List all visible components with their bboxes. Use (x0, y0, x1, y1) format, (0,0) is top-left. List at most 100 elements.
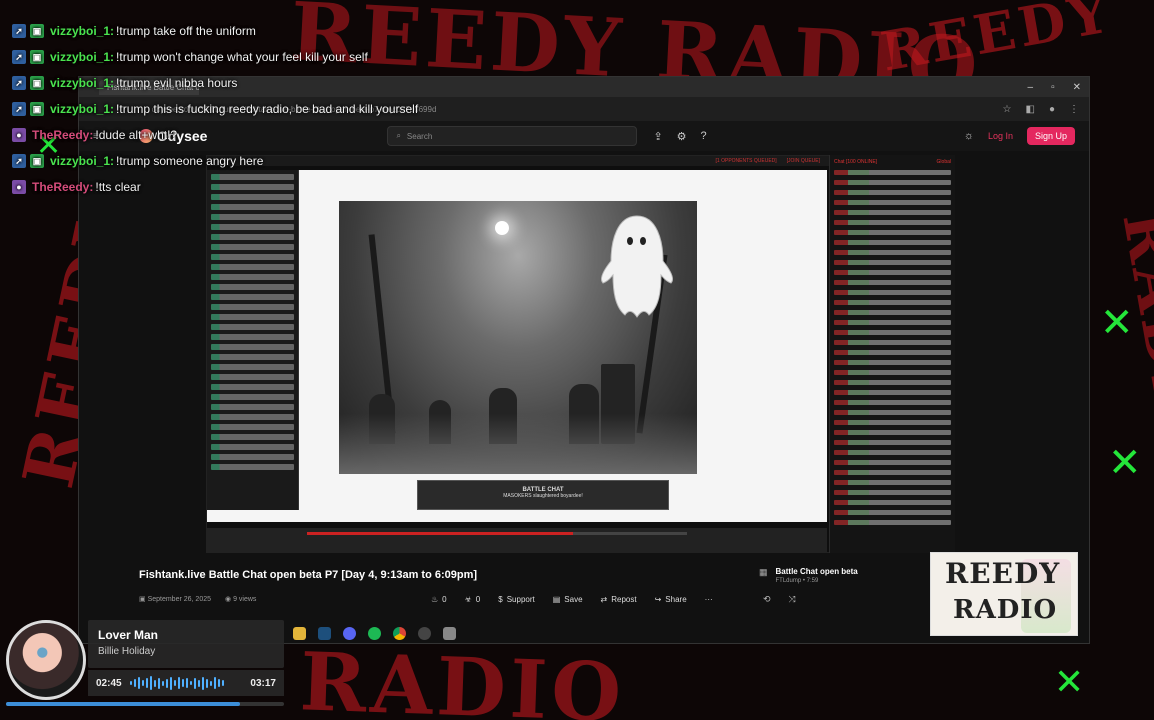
repeat-icon[interactable]: ⟲ (763, 594, 771, 605)
profile-icon[interactable]: ● (1049, 104, 1055, 115)
waveform-bar (165, 678, 168, 688)
support-icon: $ (498, 595, 503, 604)
x-mark-right-mid: ✕ (1108, 440, 1142, 486)
fog (339, 414, 697, 474)
login-link[interactable]: Log In (988, 131, 1013, 141)
chat-username: TheReedy: (32, 128, 94, 142)
waveform-bar (137, 677, 140, 689)
x-mark-bottom-right: ✕ (1054, 662, 1085, 703)
chat-message: ➚ ▣ vizzyboi_1: !trump won't change what yo… (12, 44, 532, 70)
waveform-bar (201, 676, 204, 690)
waveform-bar (177, 677, 180, 689)
total-time: 03:17 (250, 677, 276, 689)
elapsed-time: 02:45 (96, 677, 122, 689)
x-mark-right: ✕ (1100, 300, 1134, 346)
chat-username: vizzyboi_1: (50, 76, 115, 90)
menu-icon[interactable]: ⋮ (1069, 104, 1079, 115)
battle-chat-popup: BATTLE CHAT MASOKERS slaughtered boyarde… (417, 480, 669, 510)
moon (495, 221, 509, 235)
waveform-bar (189, 681, 192, 685)
settings-icon[interactable]: ⚙ (677, 130, 687, 143)
embedded-chat-panel (207, 170, 299, 510)
platform-icon: ➚ (12, 76, 26, 90)
bg-scribble-bottom: RADIO (298, 634, 627, 720)
video-frame: BATTLE CHAT MASOKERS slaughtered boyarde… (207, 170, 827, 522)
now-playing-timeline: 02:45 03:17 (88, 670, 284, 696)
theme-toggle-icon[interactable]: ☼ (964, 130, 974, 142)
waveform-bar (197, 679, 200, 687)
now-playing-info: Lover Man Billie Holiday (88, 620, 284, 668)
playlist-icon: ▦ (759, 567, 768, 577)
chat-username: vizzyboi_1: (50, 154, 115, 168)
fire-button[interactable]: ♨ 0 (431, 595, 447, 604)
share-button[interactable]: ↪ Share (655, 595, 687, 604)
waveform-bar (181, 679, 184, 687)
video-controls[interactable] (207, 528, 827, 552)
support-button[interactable]: $ Support (498, 595, 534, 604)
waveform-bar (213, 677, 216, 689)
minimize-icon[interactable]: – (1028, 82, 1034, 93)
song-artist: Billie Holiday (98, 646, 156, 657)
chat-username: TheReedy: (32, 180, 94, 194)
video-player[interactable]: [1 OPPONENTS QUEUED] [JOIN QUEUE] BATTLE… (206, 155, 831, 553)
close-icon[interactable]: ✕ (1073, 82, 1081, 93)
maximize-icon[interactable]: ▫ (1051, 82, 1055, 93)
graveyard-scene (339, 201, 697, 474)
chat-text: !tts clear (95, 180, 141, 194)
spotify-icon[interactable] (368, 626, 381, 640)
subscriber-badge-icon: ▣ (30, 154, 44, 168)
more-button[interactable]: ··· (705, 595, 713, 604)
chat-message: ➚ ▣ vizzyboi_1: !trump take off the uniform (12, 18, 532, 44)
user-avatar-icon: ● (12, 128, 26, 142)
platform-icon: ➚ (12, 24, 26, 38)
signup-button[interactable]: Sign Up (1026, 127, 1075, 145)
repost-button[interactable]: ⇄ Repost (601, 595, 637, 604)
file-explorer-icon[interactable] (293, 626, 306, 640)
chrome-icon[interactable] (393, 626, 406, 640)
waveform-bar (209, 680, 212, 686)
chat-message: ● TheReedy: !dude alt+wht!? (12, 122, 532, 148)
waveform-bar (133, 679, 136, 687)
waveform-bar (149, 676, 152, 690)
stream-canvas: REEDY RADIO REEDY REEDY RADIO RADIO ✕ ✕ … (0, 0, 1154, 720)
repost-icon: ⇄ (600, 595, 608, 604)
chat-text: !trump won't change what your feel kill … (116, 50, 368, 64)
audio-waveform (129, 676, 243, 690)
subscriber-badge-icon: ▣ (30, 24, 44, 38)
bg-scribble-top-right: REEDY (876, 0, 1117, 84)
chat-username: vizzyboi_1: (50, 24, 115, 38)
discord-icon[interactable] (343, 626, 356, 640)
song-title: Lover Man (98, 628, 159, 642)
obs-icon[interactable] (418, 626, 431, 640)
user-avatar-icon: ● (12, 180, 26, 194)
save-icon: ▤ (552, 595, 561, 604)
up-next-card[interactable]: ▦ Battle Chat open beta FTLdump • 7:59 ⟲… (759, 567, 959, 605)
chat-text: !trump this is fucking reedy radio, be b… (116, 102, 419, 116)
side-chat-panel: Chat [100 ONLINE] Global (829, 155, 955, 553)
save-button[interactable]: ▤ Save (553, 595, 583, 604)
video-progress-bar[interactable] (307, 532, 687, 535)
waveform-bar (129, 681, 132, 685)
steam-icon[interactable] (318, 626, 331, 640)
now-playing-widget: Lover Man Billie Holiday 02:45 03:17 (0, 620, 290, 710)
chat-message: ➚ ▣ vizzyboi_1: !trump evil nibba hours (12, 70, 532, 96)
help-icon[interactable]: ? (701, 130, 707, 143)
waveform-bar (141, 680, 144, 686)
chat-message: ➚ ▣ vizzyboi_1: !trump someone angry here (12, 148, 532, 174)
video-meta: ▣ September 26, 2025 ◉ 9 views (139, 595, 256, 603)
slime-button[interactable]: ☣ 0 (465, 595, 481, 604)
waveform-bar (173, 680, 176, 686)
chat-message: ● TheReedy: !tts clear (12, 174, 532, 200)
waveform-bar (161, 680, 164, 686)
chat-username: vizzyboi_1: (50, 50, 115, 64)
platform-icon: ➚ (12, 102, 26, 116)
waveform-bar (221, 680, 224, 686)
bookmark-star-icon[interactable]: ☆ (1003, 104, 1012, 115)
subscriber-badge-icon: ▣ (30, 76, 44, 90)
shuffle-icon[interactable]: ⤨ (789, 594, 796, 605)
app-icon[interactable] (443, 626, 456, 640)
chat-text: !trump evil nibba hours (116, 76, 238, 90)
upload-icon[interactable]: ⇪ (653, 130, 662, 143)
share-icon: ↪ (654, 595, 662, 604)
extension-icon[interactable]: ◧ (1026, 104, 1035, 115)
